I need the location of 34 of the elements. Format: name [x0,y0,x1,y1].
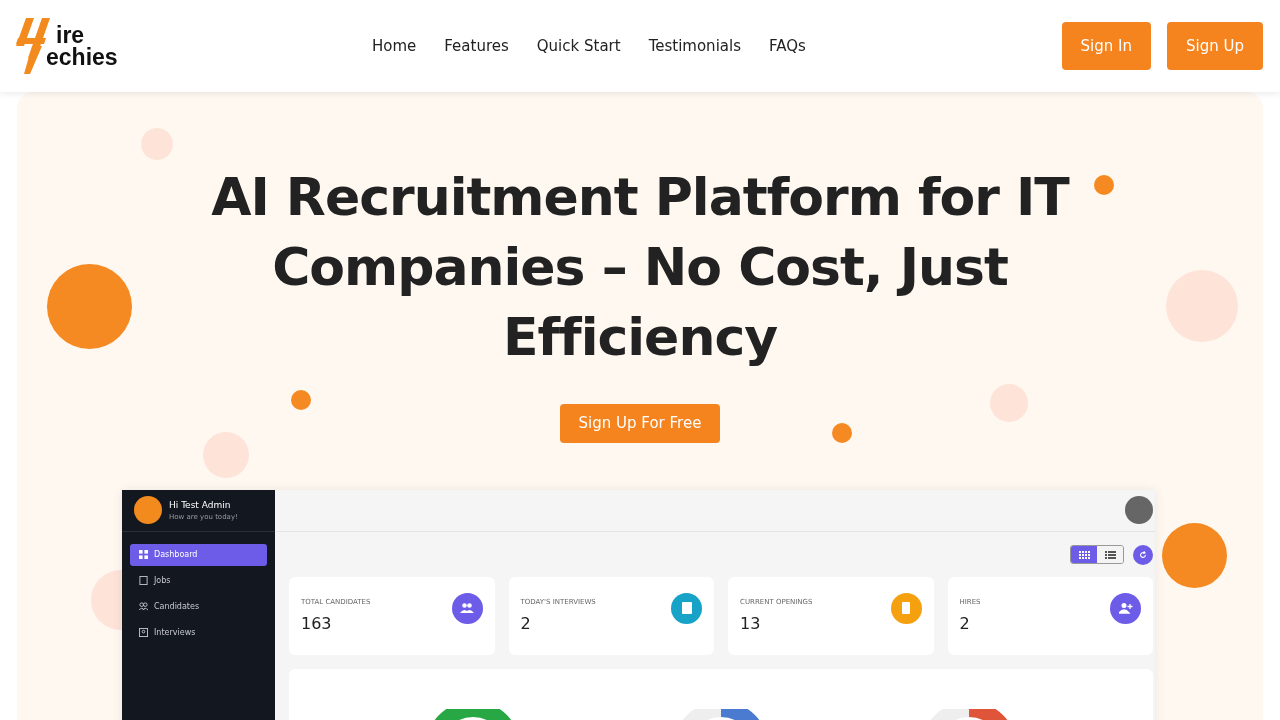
decorative-circle [203,432,249,478]
decorative-circle [832,423,852,443]
greeting-text: Hi Test Admin [169,499,232,510]
people-icon [139,602,148,612]
decorative-circle [1094,175,1114,195]
nav-link[interactable]: Features [444,37,509,55]
sidebar-item[interactable]: Candidates [130,595,267,618]
stat-value: 2 [959,613,971,633]
logo-icon [134,496,162,525]
nav-link[interactable]: Quick Start [536,37,621,55]
grid-icon [139,550,148,560]
stat-value: 2 [520,613,532,633]
nav-link[interactable]: Home [372,37,417,55]
nav-link[interactable]: Testimonials [648,37,741,55]
grid-view-button[interactable] [1071,546,1097,564]
list-icon [1104,550,1116,559]
logo-text: ire [56,24,85,46]
sidebar-item[interactable]: Interviews [130,621,267,644]
clipboard-icon [139,576,148,586]
sidebar-item[interactable]: Dashboard [130,543,267,566]
refresh-icon [1139,550,1147,559]
decorative-circle [291,390,311,410]
sidebar-item[interactable]: Jobs [130,569,267,592]
logo-text: echies [46,46,118,68]
hero-title: AI Recruitment Platform for IT Companies – No Cost, Just Efficiency [210,166,1071,369]
refresh-button[interactable] [1133,544,1153,565]
badge-icon [139,628,148,638]
grid-icon [1078,550,1090,559]
avatar[interactable] [1125,496,1153,525]
decorative-circle [990,384,1028,422]
stat-value: 163 [301,613,333,633]
decorative-circle [141,128,173,160]
nav-link[interactable]: FAQs [768,37,806,55]
stat-value: 13 [740,613,762,633]
